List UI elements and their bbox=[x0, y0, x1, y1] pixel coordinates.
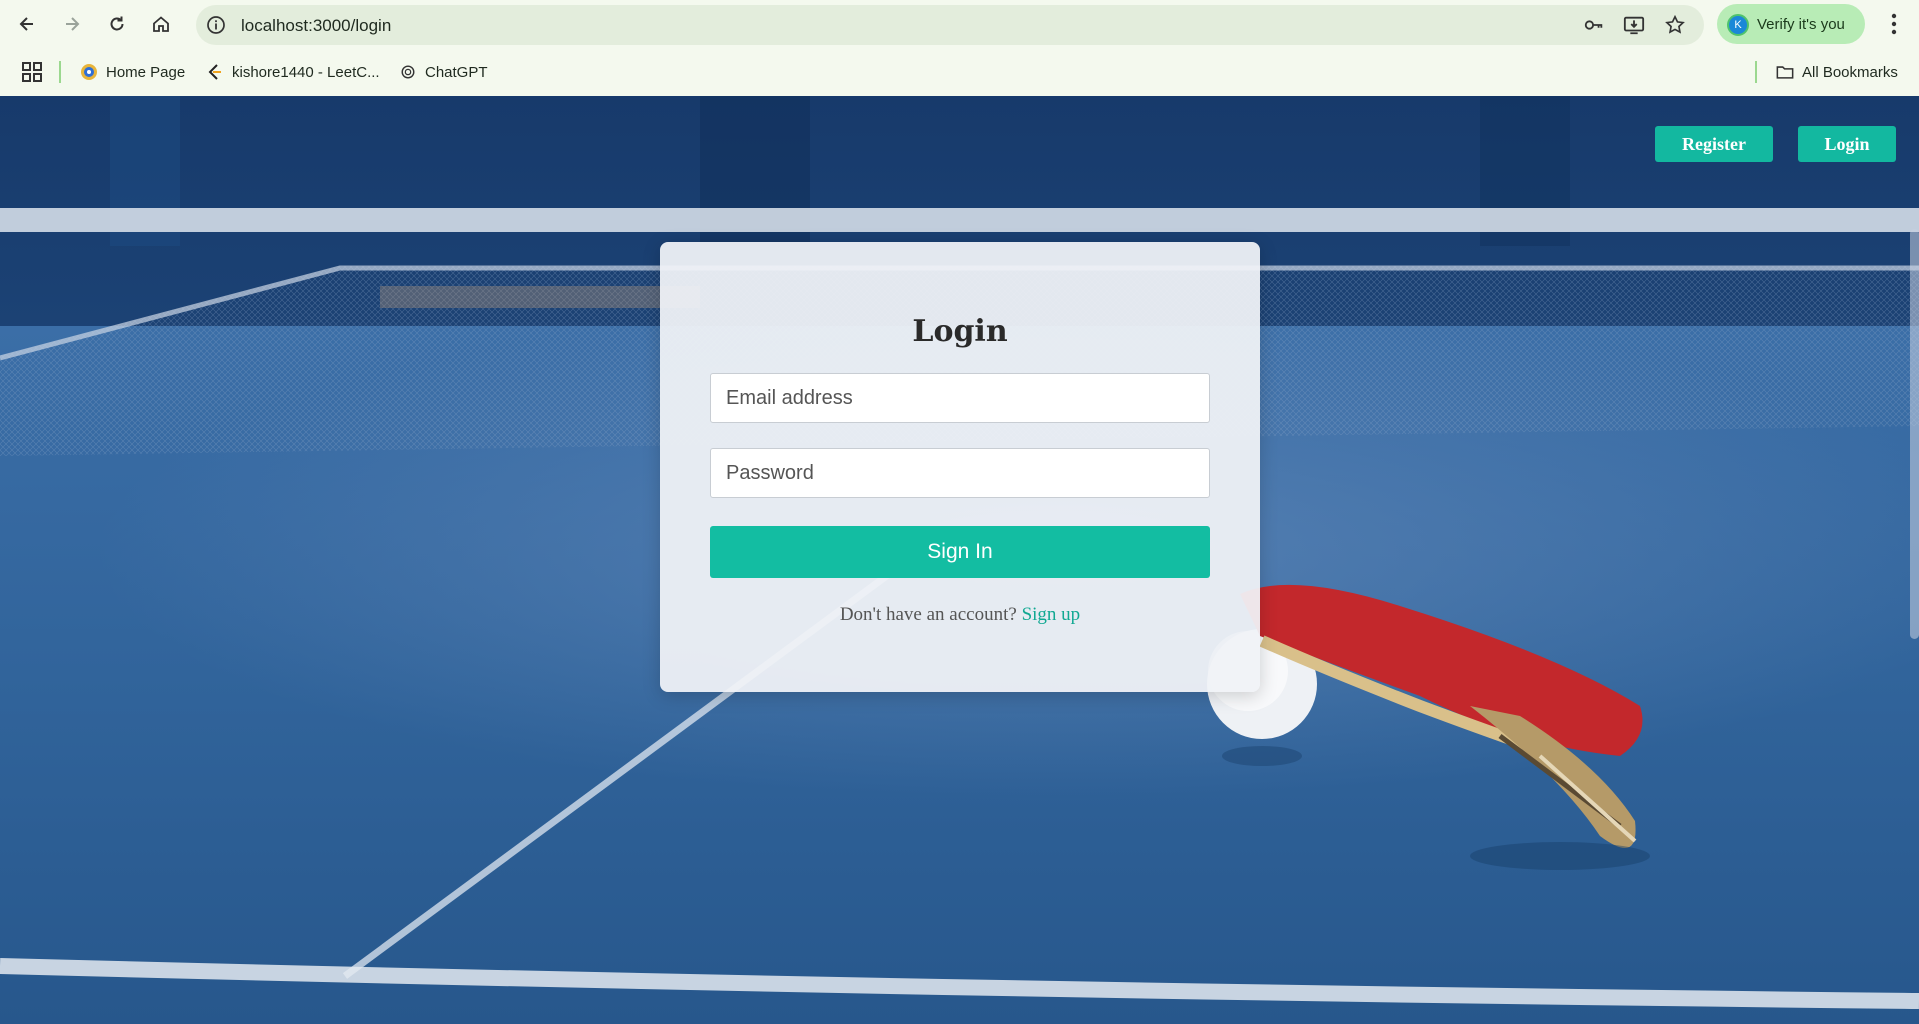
all-bookmarks-button[interactable]: All Bookmarks bbox=[1776, 60, 1898, 84]
bookmark-label: Home Page bbox=[106, 63, 186, 81]
back-icon[interactable] bbox=[12, 9, 42, 39]
verify-identity-chip[interactable]: K Verify it's you bbox=[1717, 4, 1865, 44]
avatar: K bbox=[1727, 14, 1749, 36]
reload-icon[interactable] bbox=[102, 9, 132, 39]
login-card: Login Sign In Don't have an account? Sig… bbox=[660, 242, 1260, 692]
email-field[interactable] bbox=[710, 373, 1210, 423]
home-icon[interactable] bbox=[146, 9, 176, 39]
more-menu-icon[interactable] bbox=[1882, 10, 1906, 38]
page-scrollbar[interactable] bbox=[1910, 229, 1919, 639]
chatgpt-favicon bbox=[399, 63, 417, 81]
bookmark-label: ChatGPT bbox=[425, 63, 488, 81]
address-url[interactable]: localhost:3000/login bbox=[241, 16, 391, 36]
signup-prompt-text: Don't have an account? bbox=[839, 604, 1022, 625]
sign-up-link[interactable]: Sign up bbox=[1022, 604, 1081, 625]
bookmark-star-icon[interactable] bbox=[1663, 13, 1687, 37]
bookmarks-bar: Home Page kishore1440 - LeetC... ChatGPT… bbox=[0, 48, 1919, 96]
apps-grid-icon[interactable] bbox=[20, 60, 44, 84]
bookmark-leetcode[interactable]: kishore1440 - LeetC... bbox=[206, 60, 380, 84]
all-bookmarks-label: All Bookmarks bbox=[1802, 63, 1898, 81]
install-app-icon[interactable] bbox=[1622, 13, 1646, 37]
bookmark-chatgpt[interactable]: ChatGPT bbox=[399, 60, 488, 84]
sign-in-button[interactable]: Sign In bbox=[710, 526, 1210, 578]
page-viewport: Register Login Login Sign In Don't have … bbox=[0, 96, 1919, 1024]
browser-toolbar: localhost:3000/login K Verify it's you bbox=[0, 0, 1919, 48]
bookmark-home-page[interactable]: Home Page bbox=[80, 60, 185, 84]
folder-icon bbox=[1776, 63, 1794, 81]
home-page-favicon bbox=[80, 63, 98, 81]
login-nav-button[interactable]: Login bbox=[1798, 126, 1896, 162]
password-field[interactable] bbox=[710, 448, 1210, 498]
bookmark-label: kishore1440 - LeetC... bbox=[232, 63, 380, 81]
register-button[interactable]: Register bbox=[1655, 126, 1773, 162]
login-title: Login bbox=[912, 314, 1008, 349]
site-info-icon[interactable] bbox=[204, 13, 228, 37]
bookmarks-divider bbox=[1755, 61, 1757, 83]
bookmarks-divider bbox=[59, 61, 61, 83]
forward-icon[interactable] bbox=[57, 9, 87, 39]
verify-label: Verify it's you bbox=[1757, 16, 1845, 33]
address-bar[interactable]: localhost:3000/login bbox=[196, 5, 1704, 45]
signup-prompt: Don't have an account? Sign up bbox=[660, 604, 1260, 626]
leetcode-favicon bbox=[206, 63, 224, 81]
password-key-icon[interactable] bbox=[1582, 13, 1606, 37]
